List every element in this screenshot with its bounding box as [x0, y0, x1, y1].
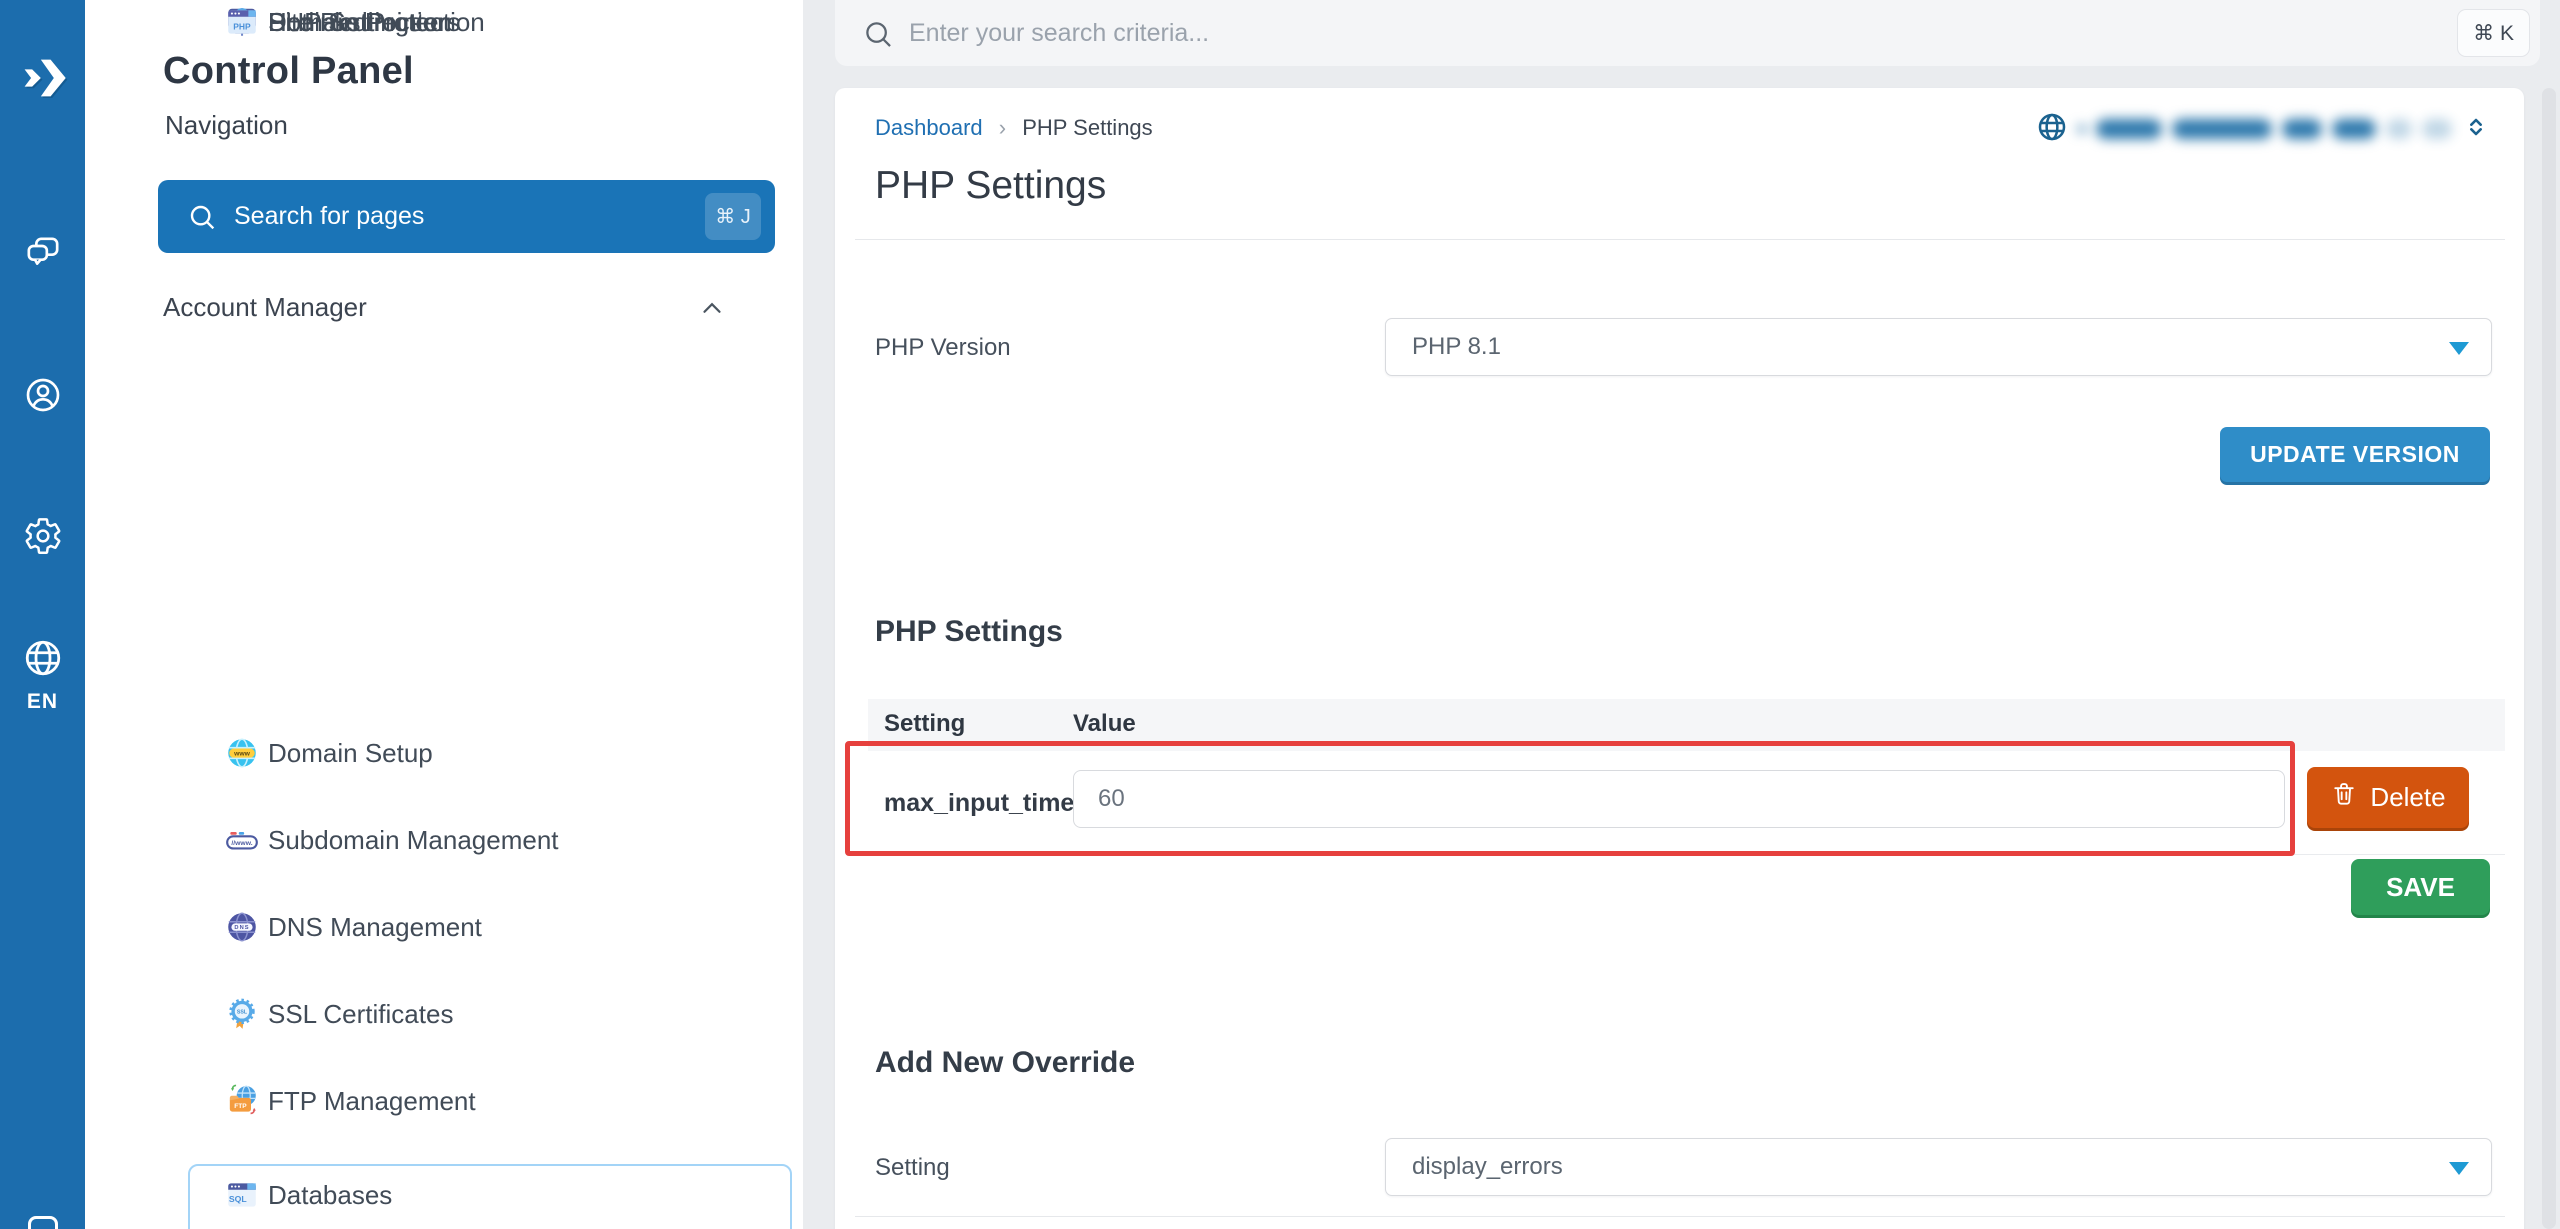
breadcrumb-separator: › — [999, 115, 1006, 140]
delete-button[interactable]: Delete — [2307, 767, 2469, 828]
app-rail: EN — [0, 0, 85, 1229]
redacted-domain-blur — [2422, 119, 2452, 139]
language-code-label[interactable]: EN — [0, 690, 85, 714]
nav-search-button[interactable]: Search for pages ⌘ J — [158, 180, 775, 253]
sidebar-item-php-settings[interactable]: PHP PHP Settings — [85, 0, 803, 44]
override-setting-select[interactable]: display_errors — [1385, 1138, 2492, 1196]
ssl-certificates-icon: SSL — [224, 996, 260, 1032]
subdomain-management-icon: //www. — [224, 822, 260, 858]
svg-text:DNS: DNS — [234, 925, 249, 931]
svg-text:PHP: PHP — [233, 21, 251, 31]
redacted-domain-blur — [2386, 119, 2412, 139]
nav-search-label: Search for pages — [234, 202, 424, 231]
breadcrumb-current: PHP Settings — [1022, 115, 1152, 140]
navigation-panel: Control Panel Navigation Search for page… — [85, 0, 803, 1229]
directadmin-logo[interactable] — [17, 52, 69, 104]
page-title: PHP Settings — [875, 164, 1106, 208]
user-account-icon[interactable] — [21, 373, 65, 417]
update-version-button[interactable]: UPDATE VERSION — [2220, 427, 2490, 482]
sidebar-item-ftp-management[interactable]: FTP FTP Management — [85, 1079, 803, 1123]
php-version-select[interactable]: PHP 8.1 — [1385, 318, 2492, 376]
panel-title: Control Panel — [163, 50, 414, 93]
redacted-domain-blur — [2096, 119, 2162, 139]
redacted-domain-blur — [2172, 119, 2272, 139]
support-chat-icon[interactable] — [21, 231, 65, 275]
dns-management-icon: DNS — [224, 909, 260, 945]
chevron-up-down-icon — [2462, 113, 2490, 146]
panel-subtitle: Navigation — [165, 110, 288, 141]
dropdown-caret-icon — [2449, 342, 2469, 355]
rail-bottom-partial-icon[interactable] — [28, 1216, 58, 1229]
trash-icon — [2330, 780, 2358, 815]
breadcrumb-dashboard-link[interactable]: Dashboard — [875, 115, 983, 140]
nav-search-shortcut: ⌘ J — [705, 193, 761, 240]
php-settings-icon: PHP — [224, 4, 260, 40]
chevron-up-icon[interactable] — [697, 293, 727, 328]
section-account-manager[interactable]: Account Manager — [163, 285, 775, 329]
setting-name: max_input_time — [884, 789, 1074, 818]
redacted-domain-blur — [2282, 119, 2322, 139]
svg-text:SQL: SQL — [229, 1194, 248, 1204]
svg-text:www: www — [233, 751, 251, 758]
language-globe-icon[interactable] — [21, 636, 65, 680]
domain-setup-icon: www — [224, 735, 260, 771]
section-divider — [855, 239, 2505, 240]
redacted-domain-blur — [2078, 125, 2086, 133]
section-label: Account Manager — [163, 292, 367, 323]
breadcrumb: Dashboard › PHP Settings — [875, 115, 1153, 141]
svg-text://www.: //www. — [231, 840, 252, 847]
search-icon — [861, 17, 895, 56]
dropdown-caret-icon — [2449, 1162, 2469, 1175]
databases-icon: SQL — [224, 1177, 260, 1213]
svg-text:SSL: SSL — [237, 1010, 248, 1016]
global-search-shortcut: ⌘ K — [2457, 9, 2530, 57]
domain-selector[interactable] — [2036, 108, 2490, 150]
ftp-management-icon: FTP — [224, 1083, 260, 1119]
page-scrollbar[interactable] — [2542, 88, 2556, 1229]
global-search-input[interactable] — [909, 12, 2289, 54]
delete-button-label: Delete — [2370, 782, 2445, 813]
php-version-label: PHP Version — [875, 334, 1011, 362]
sidebar-item-domain-setup[interactable]: www Domain Setup — [85, 731, 803, 775]
svg-text:FTP: FTP — [234, 1103, 247, 1110]
globe-icon — [2036, 111, 2068, 148]
sidebar-item-databases[interactable]: SQL Databases — [85, 1173, 803, 1217]
sidebar-item-ssl-certificates[interactable]: SSL SSL Certificates — [85, 992, 803, 1036]
php-version-value: PHP 8.1 — [1412, 333, 1501, 361]
search-icon — [186, 201, 218, 236]
column-setting: Setting — [884, 710, 965, 738]
section-divider — [855, 1216, 2505, 1217]
table-header: Setting Value — [868, 699, 2505, 751]
sidebar-item-subdomain-management[interactable]: //www. Subdomain Management — [85, 818, 803, 862]
override-section-title: Add New Override — [875, 1046, 1135, 1080]
sidebar-item-dns-management[interactable]: DNS DNS Management — [85, 905, 803, 949]
redacted-domain-blur — [2332, 119, 2376, 139]
php-settings-section-title: PHP Settings — [875, 615, 1063, 649]
override-setting-label: Setting — [875, 1154, 950, 1182]
global-search-bar: ⌘ K — [835, 0, 2540, 66]
save-button[interactable]: SAVE — [2351, 859, 2490, 915]
override-setting-value: display_errors — [1412, 1153, 1563, 1181]
setting-value-input[interactable] — [1073, 770, 2285, 828]
content-card: Dashboard › PHP Settings PHP Settings PH… — [835, 88, 2524, 1229]
column-value: Value — [1073, 710, 1136, 738]
settings-gear-icon[interactable] — [21, 514, 65, 558]
